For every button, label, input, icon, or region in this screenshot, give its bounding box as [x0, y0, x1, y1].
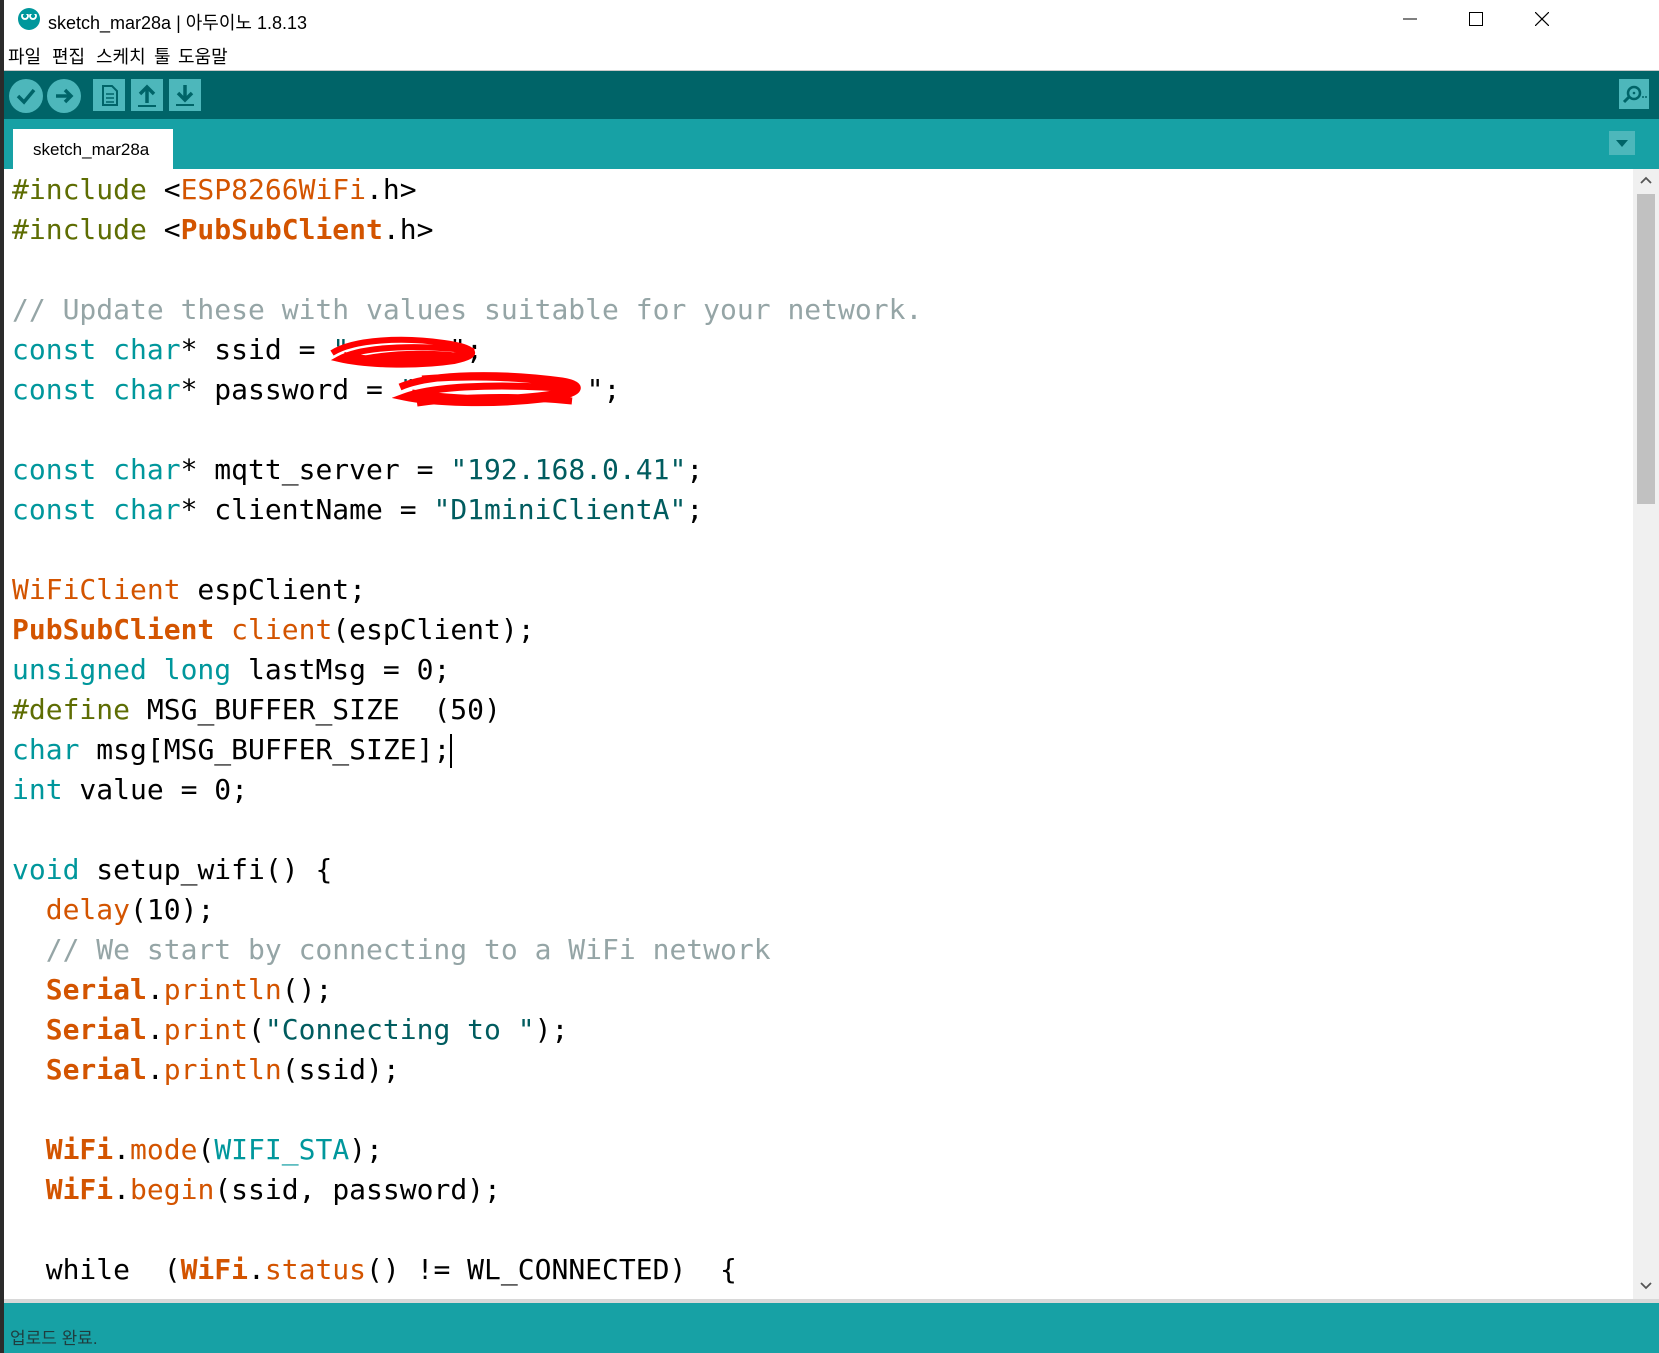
code-line: Serial.println(ssid); — [45, 1053, 400, 1086]
upload-button[interactable] — [47, 79, 81, 113]
menu-file[interactable]: 파일 — [8, 43, 41, 69]
maximize-icon — [1469, 12, 1483, 26]
open-button[interactable] — [131, 79, 163, 111]
magnifier-icon — [1622, 85, 1647, 104]
code-line: delay(10); — [45, 893, 215, 926]
tab-menu-button[interactable] — [1609, 131, 1635, 155]
code-line: while (WiFi.status() != WL_CONNECTED) { — [12, 1253, 737, 1286]
arrow-up-icon — [138, 84, 156, 107]
menu-bar: 파일 편집 스케치 툴 도움말 — [4, 38, 1659, 71]
menu-sketch[interactable]: 스케치 — [96, 43, 146, 69]
scroll-up-arrow[interactable] — [1633, 169, 1659, 191]
scroll-down-arrow[interactable] — [1633, 1275, 1659, 1297]
tab-bar: sketch_mar28a — [4, 119, 1659, 169]
code-line: // Update these with values suitable for… — [12, 293, 923, 326]
arrow-right-icon — [56, 88, 74, 104]
code-line: const char* clientName = "D1miniClientA"… — [12, 493, 704, 526]
tab-label: sketch_mar28a — [33, 140, 150, 159]
code-line: WiFi.mode(WIFI_STA); — [45, 1133, 383, 1166]
close-button[interactable] — [1507, 0, 1577, 38]
code-line: WiFi.begin(ssid, password); — [45, 1173, 501, 1206]
vertical-scrollbar[interactable] — [1633, 169, 1659, 1299]
new-file-icon — [102, 85, 118, 106]
code-line: #include <PubSubClient.h> — [12, 213, 434, 246]
code-line: #define MSG_BUFFER_SIZE (50) — [12, 693, 501, 726]
menu-help[interactable]: 도움말 — [178, 43, 228, 69]
verify-button[interactable] — [9, 79, 43, 113]
arrow-down-icon — [176, 85, 194, 106]
code-line: void setup_wifi() { — [12, 853, 333, 886]
code-editor[interactable]: #include <ESP8266WiFi.h> #include <PubSu… — [4, 169, 1633, 1299]
code-line: char msg[MSG_BUFFER_SIZE]; — [12, 733, 453, 768]
checkmark-icon — [16, 88, 36, 105]
code-line: PubSubClient client(espClient); — [12, 613, 535, 646]
code-line: int value = 0; — [12, 773, 249, 806]
minimize-icon — [1403, 18, 1417, 20]
window-title: sketch_mar28a | 아두이노 1.8.13 — [48, 13, 308, 33]
save-button[interactable] — [169, 79, 201, 111]
status-message: 업로드 완료. — [10, 1329, 98, 1348]
serial-monitor-button[interactable] — [1619, 79, 1649, 109]
code-line: const char* mqtt_server = "192.168.0.41"… — [12, 453, 704, 486]
code-line: Serial.println(); — [45, 973, 333, 1006]
scrollbar-thumb[interactable] — [1637, 194, 1655, 504]
menu-tools[interactable]: 툴 — [154, 43, 171, 69]
title-bar: sketch_mar28a | 아두이노 1.8.13 — [4, 0, 1659, 38]
code-line: Serial.print("Connecting to "); — [45, 1013, 569, 1046]
redaction-scribble — [392, 372, 581, 407]
toolbar — [4, 71, 1659, 119]
minimize-button[interactable] — [1375, 0, 1445, 38]
maximize-button[interactable] — [1441, 0, 1511, 38]
menu-edit[interactable]: 편집 — [52, 43, 85, 69]
chevron-down-icon — [1640, 1282, 1652, 1290]
tab-sketch[interactable]: sketch_mar28a — [13, 129, 173, 169]
code-line: unsigned long lastMsg = 0; — [12, 653, 451, 686]
close-icon — [1535, 12, 1549, 26]
new-sketch-button[interactable] — [93, 79, 125, 111]
code-line: #include <ESP8266WiFi.h> — [12, 173, 417, 206]
code-line: // We start by connecting to a WiFi netw… — [12, 933, 771, 966]
triangle-down-icon — [1616, 140, 1628, 147]
arduino-logo-icon — [18, 8, 40, 30]
code-line: WiFiClient espClient; — [12, 573, 367, 606]
chevron-up-icon — [1640, 176, 1652, 184]
status-bar: 업로드 완료. — [4, 1303, 1659, 1353]
text-cursor — [450, 734, 453, 768]
